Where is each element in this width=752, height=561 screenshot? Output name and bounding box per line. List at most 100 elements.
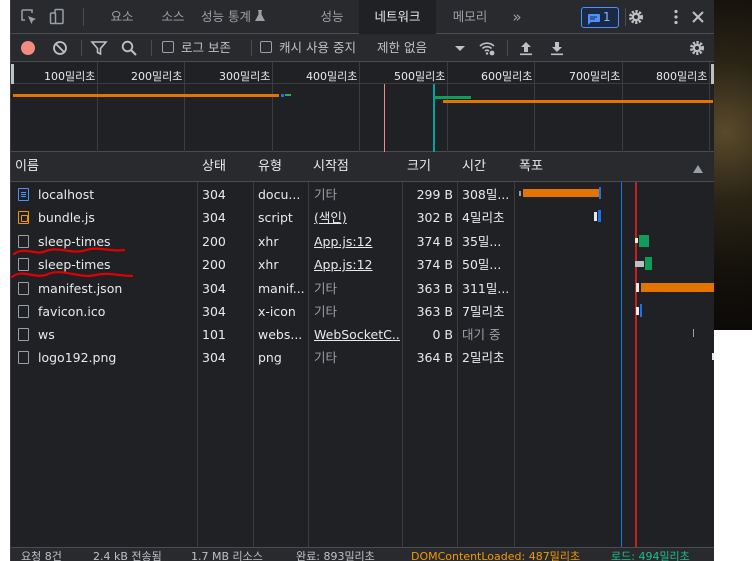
- close-icon[interactable]: [689, 8, 707, 26]
- table-row[interactable]: bundle.js 304 script (색인) 302 B 4밀리초: [11, 206, 714, 229]
- file-icon: [18, 235, 29, 248]
- tab-network[interactable]: 네트워크: [359, 0, 436, 34]
- request-name[interactable]: logo192.png: [38, 346, 193, 369]
- issues-badge[interactable]: 1: [581, 7, 619, 28]
- request-time: 4밀리초: [462, 210, 505, 225]
- tab-sources[interactable]: 소스: [148, 0, 198, 34]
- overview-request-bar: [281, 94, 284, 97]
- status-resources: 1.7 MB 리소스: [191, 550, 263, 561]
- network-toolbar: 로그 보존 캐시 사용 중지 제한 없음: [11, 34, 714, 62]
- request-name[interactable]: localhost: [38, 183, 193, 206]
- overview-gridline: [184, 62, 185, 152]
- request-name[interactable]: sleep-times: [38, 253, 193, 276]
- tab-lighthouse-label: 성능 통계: [201, 9, 251, 24]
- overview-load-line: [433, 84, 435, 152]
- waterfall-download-bar: [599, 187, 601, 199]
- table-row[interactable]: ws 101 webs... WebSocketC... 0 B 대기 중: [11, 323, 714, 346]
- tab-performance[interactable]: 성능: [307, 0, 357, 34]
- request-name[interactable]: bundle.js: [38, 206, 193, 229]
- request-size: 299 B: [416, 187, 453, 202]
- device-toolbar-icon[interactable]: [49, 8, 67, 26]
- column-header-initiator[interactable]: 시작점: [313, 152, 349, 182]
- request-type: png: [258, 350, 282, 365]
- tab-lighthouse[interactable]: 성능 통계: [201, 0, 271, 34]
- request-name[interactable]: sleep-times: [38, 230, 193, 253]
- waterfall-download-bar: [640, 304, 642, 317]
- waterfall-waiting-bar: [594, 212, 597, 221]
- request-time: 311밀...: [462, 281, 510, 296]
- filter-icon[interactable]: [90, 39, 108, 57]
- column-header-time[interactable]: 시간: [462, 152, 486, 182]
- file-icon: [18, 282, 29, 295]
- table-row[interactable]: sleep-times 200 xhr App.js:12 374 B 35밀.…: [11, 230, 714, 253]
- overview-gridline: [709, 62, 710, 152]
- network-settings-gear-icon[interactable]: [688, 39, 706, 57]
- overview-gridline: [622, 62, 623, 152]
- clear-icon[interactable]: [51, 39, 69, 57]
- overview-gridline: [97, 62, 98, 152]
- overview-left-handle[interactable]: [11, 64, 14, 84]
- waterfall-pending-bar: [693, 329, 694, 337]
- request-initiator-link[interactable]: App.js:12: [314, 253, 373, 276]
- column-header-size[interactable]: 크기: [407, 152, 431, 182]
- throttling-select[interactable]: 제한 없음: [377, 34, 427, 61]
- sort-ascending-icon[interactable]: [693, 162, 703, 173]
- request-table: 이름 상태 유형 시작점 크기 시간 폭포 localhost 304 docu…: [11, 152, 714, 547]
- import-har-icon[interactable]: [517, 39, 535, 57]
- devtools-tab-bar: 요소 소스 성능 통계 성능 네트워크 메모리 » 1: [11, 0, 714, 34]
- table-row[interactable]: sleep-times 200 xhr App.js:12 374 B 50밀.…: [11, 253, 714, 276]
- export-har-icon[interactable]: [548, 39, 566, 57]
- page-background: [714, 330, 752, 561]
- request-size: 0 B: [432, 327, 453, 342]
- overview-request-bar: [443, 100, 713, 103]
- overview-request-bar: [13, 94, 279, 97]
- request-name[interactable]: ws: [38, 323, 193, 346]
- request-initiator: 기타: [314, 304, 338, 319]
- preserve-log-label[interactable]: 로그 보존: [181, 34, 231, 61]
- flask-icon: [254, 1, 265, 21]
- overview-gridline: [447, 62, 448, 152]
- column-header-waterfall[interactable]: 폭포: [519, 152, 543, 182]
- table-row[interactable]: localhost 304 docu... 기타 299 B 308밀...: [11, 183, 714, 206]
- network-overview-timeline[interactable]: 100밀리초 200밀리초 300밀리초 400밀리초 500밀리초 600밀리…: [11, 62, 714, 152]
- table-row[interactable]: logo192.png 304 png 기타 364 B 2밀리초: [11, 346, 714, 369]
- column-header-name[interactable]: 이름: [15, 152, 39, 182]
- inspect-element-icon[interactable]: [20, 8, 38, 26]
- settings-gear-icon[interactable]: [627, 8, 645, 26]
- file-icon: [18, 351, 29, 364]
- tab-elements[interactable]: 요소: [97, 0, 147, 34]
- request-name[interactable]: favicon.ico: [38, 300, 193, 323]
- table-row[interactable]: manifest.json 304 manif... 기타 363 B 311밀…: [11, 277, 714, 300]
- more-options-icon[interactable]: [667, 8, 685, 26]
- request-status: 304: [202, 304, 226, 319]
- tab-bar-divider: [83, 8, 84, 26]
- record-button-icon[interactable]: [19, 39, 37, 57]
- dropdown-arrow-icon[interactable]: [451, 39, 469, 57]
- overview-tick-label: 600밀리초: [481, 70, 533, 83]
- column-header-status[interactable]: 상태: [202, 152, 226, 182]
- request-initiator-link[interactable]: (색인): [314, 206, 347, 229]
- toolbar-divider: [507, 40, 508, 56]
- status-finish: 완료: 893밀리초: [296, 550, 375, 561]
- request-initiator-link[interactable]: WebSocketC...: [314, 323, 400, 346]
- request-initiator-link[interactable]: App.js:12: [314, 230, 373, 253]
- waterfall-queue-bar: [636, 283, 639, 292]
- preserve-log-checkbox[interactable]: [162, 41, 174, 53]
- tab-memory[interactable]: 메모리: [439, 0, 501, 34]
- disable-cache-checkbox[interactable]: [260, 41, 272, 53]
- column-header-type[interactable]: 유형: [258, 152, 282, 182]
- overview-gridline: [534, 62, 535, 152]
- issues-count: 1: [603, 10, 611, 24]
- request-name[interactable]: manifest.json: [38, 277, 193, 300]
- waterfall-queue-bar: [519, 191, 521, 196]
- waterfall-queue-bar: [636, 307, 639, 315]
- more-tabs-chevron-icon[interactable]: »: [505, 0, 529, 34]
- request-initiator: 기타: [314, 281, 338, 296]
- search-icon[interactable]: [120, 39, 138, 57]
- request-time: 308밀...: [462, 187, 510, 202]
- waterfall-queue-bar: [635, 261, 644, 267]
- network-conditions-icon[interactable]: [478, 39, 496, 57]
- overview-tick-label: 800밀리초: [656, 70, 708, 83]
- table-row[interactable]: favicon.ico 304 x-icon 기타 363 B 7밀리초: [11, 300, 714, 323]
- disable-cache-label[interactable]: 캐시 사용 중지: [279, 34, 356, 61]
